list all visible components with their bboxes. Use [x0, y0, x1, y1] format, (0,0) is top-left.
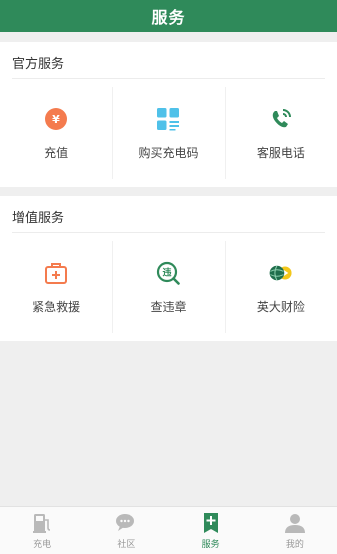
- section-title: 增值服务: [12, 211, 65, 226]
- section-title: 官方服务: [12, 57, 65, 72]
- tab-label: 服务: [201, 540, 220, 550]
- recharge-button[interactable]: ¥ 充值: [0, 87, 112, 179]
- insurance-globe-icon: [268, 260, 294, 286]
- customer-service-phone-button[interactable]: 客服电话: [224, 87, 337, 179]
- tab-label: 我的: [285, 540, 304, 550]
- official-services-section: 官方服务 ¥ 充值 购买充电码 客服电话: [0, 42, 337, 187]
- svg-text:¥: ¥: [52, 113, 60, 126]
- yingda-insurance-button[interactable]: 英大财险: [224, 241, 337, 333]
- official-services-grid: ¥ 充值 购买充电码 客服电话: [0, 87, 337, 179]
- tab-community[interactable]: 社区: [84, 507, 168, 554]
- recharge-yen-icon: ¥: [43, 106, 69, 132]
- phone-icon: [268, 106, 294, 132]
- recharge-label: 充值: [44, 146, 69, 160]
- check-violations-button[interactable]: 违 查违章: [112, 241, 224, 333]
- charging-pile-icon: [31, 512, 53, 534]
- tab-label: 社区: [117, 540, 136, 550]
- violation-search-icon: 违: [155, 260, 181, 286]
- page-title: 服务: [151, 8, 186, 27]
- yingda-insurance-label: 英大财险: [256, 300, 305, 314]
- buy-charge-code-button[interactable]: 购买充电码: [112, 87, 224, 179]
- tab-mine[interactable]: 我的: [253, 507, 337, 554]
- svg-text:违: 违: [163, 267, 172, 279]
- chat-bubbles-icon: [115, 512, 137, 534]
- qr-code-icon: [155, 106, 181, 132]
- app-header: 服务: [0, 0, 337, 32]
- value-added-services-section: 增值服务 紧急救援 违 查违章 英大财险: [0, 196, 337, 341]
- tab-service[interactable]: 服务: [169, 507, 253, 554]
- service-bookmark-icon: [200, 512, 222, 534]
- customer-service-phone-label: 客服电话: [256, 146, 305, 160]
- first-aid-kit-icon: [43, 260, 69, 286]
- user-profile-icon: [284, 512, 306, 534]
- emergency-rescue-label: 紧急救援: [32, 300, 81, 314]
- value-added-services-grid: 紧急救援 违 查违章 英大财险: [0, 241, 337, 333]
- buy-charge-code-label: 购买充电码: [138, 146, 199, 160]
- check-violations-label: 查违章: [150, 300, 187, 314]
- tab-label: 充电: [33, 540, 52, 550]
- bottom-tab-bar: 充电 社区 服务 我的: [0, 506, 337, 554]
- tab-charging[interactable]: 充电: [0, 507, 84, 554]
- divider: [12, 232, 325, 233]
- emergency-rescue-button[interactable]: 紧急救援: [0, 241, 112, 333]
- divider: [12, 78, 325, 79]
